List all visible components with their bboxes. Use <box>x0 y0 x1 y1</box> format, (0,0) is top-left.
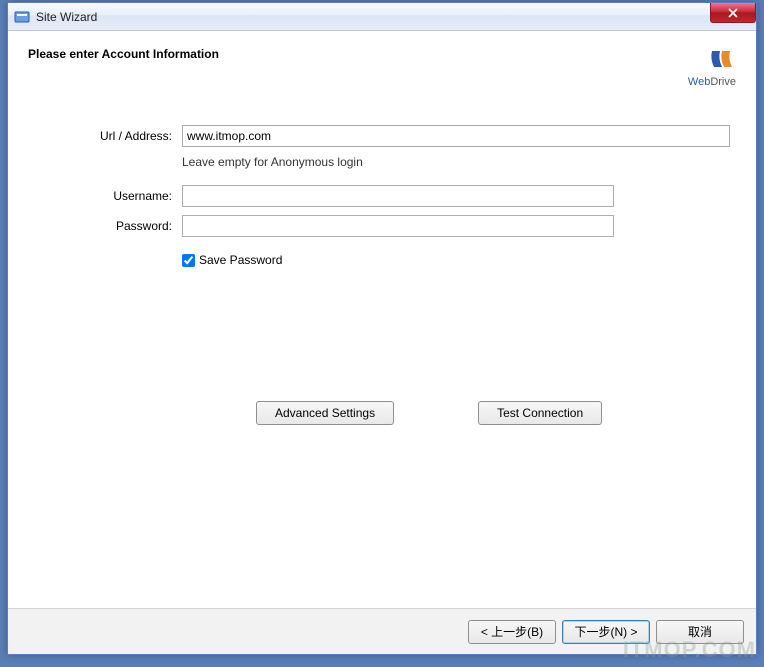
url-hint: Leave empty for Anonymous login <box>182 155 740 169</box>
window-title: Site Wizard <box>36 10 97 24</box>
brand-logo-block: WebDrive <box>688 47 736 88</box>
url-label: Url / Address: <box>24 129 182 143</box>
header: Please enter Account Information WebDriv… <box>8 31 756 100</box>
save-password-checkbox[interactable] <box>182 254 195 267</box>
close-button[interactable] <box>710 3 756 23</box>
username-input[interactable] <box>182 185 614 207</box>
app-icon <box>14 9 30 25</box>
url-input[interactable] <box>182 125 730 147</box>
cancel-button[interactable]: 取消 <box>656 620 744 644</box>
wizard-footer: < 上一步(B) 下一步(N) > 取消 <box>8 608 756 654</box>
titlebar[interactable]: Site Wizard <box>8 3 756 31</box>
password-input[interactable] <box>182 215 614 237</box>
save-password-label: Save Password <box>199 253 282 267</box>
page-title: Please enter Account Information <box>28 47 219 61</box>
dialog-window: Site Wizard Please enter Account Informa… <box>7 2 757 655</box>
webdrive-icon <box>708 47 736 71</box>
form-area: Url / Address: Leave empty for Anonymous… <box>8 101 756 608</box>
brand-text: WebDrive <box>688 76 736 88</box>
back-button[interactable]: < 上一步(B) <box>468 620 556 644</box>
test-connection-button[interactable]: Test Connection <box>478 401 602 425</box>
advanced-settings-button[interactable]: Advanced Settings <box>256 401 394 425</box>
next-button[interactable]: 下一步(N) > <box>562 620 650 644</box>
username-label: Username: <box>24 189 182 203</box>
password-label: Password: <box>24 219 182 233</box>
